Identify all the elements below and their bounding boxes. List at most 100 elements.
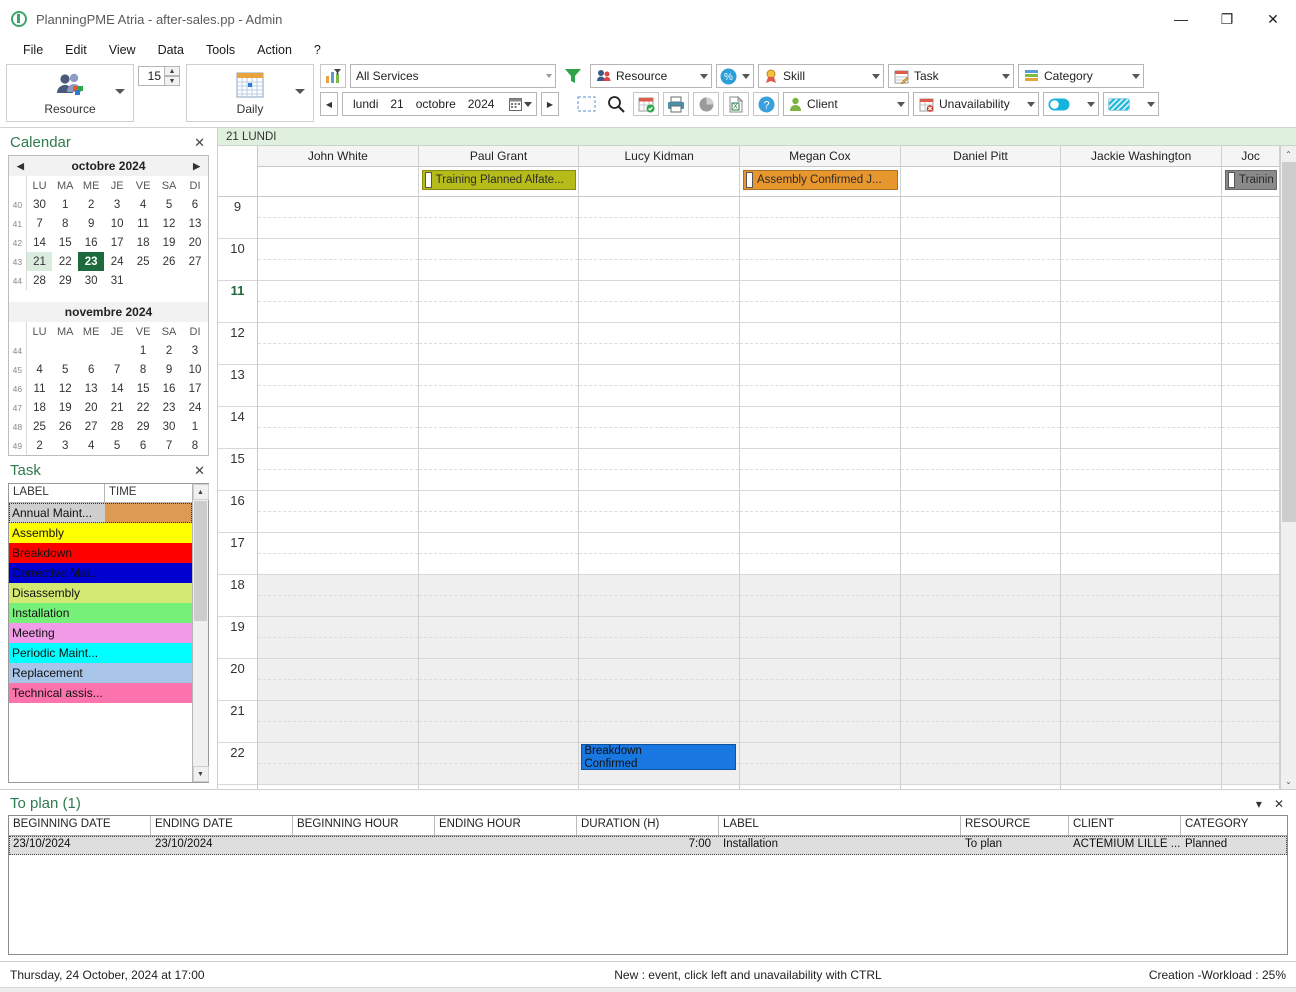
time-slot[interactable] [740, 722, 900, 743]
client-filter-combo[interactable]: Client [783, 92, 909, 116]
day-cell[interactable]: 7 [104, 360, 130, 379]
day-cell[interactable]: 9 [78, 214, 104, 233]
next-day-button[interactable]: ▶ [541, 92, 559, 116]
time-slot[interactable] [1222, 302, 1280, 323]
task-list-item[interactable]: Corrective Mai... [9, 563, 192, 583]
time-slot[interactable] [579, 239, 740, 260]
time-slot[interactable] [740, 302, 900, 323]
time-slot[interactable] [740, 701, 900, 722]
time-slot[interactable] [258, 302, 418, 323]
menu-item-help[interactable]: ? [303, 40, 332, 60]
time-slot[interactable] [418, 491, 579, 512]
time-slot[interactable] [1222, 470, 1280, 491]
time-slot[interactable] [900, 659, 1061, 680]
all-day-area[interactable]: Assembly Confirmed J... [740, 167, 900, 197]
time-slot[interactable] [740, 638, 900, 659]
time-slot[interactable] [258, 617, 418, 638]
search-icon[interactable] [603, 92, 629, 116]
time-slot[interactable] [258, 638, 418, 659]
calendar-check-icon[interactable] [633, 92, 659, 116]
time-slots[interactable] [900, 197, 1061, 785]
time-slot[interactable] [740, 764, 900, 785]
minimize-button[interactable]: — [1158, 0, 1204, 38]
time-slot[interactable] [258, 680, 418, 701]
time-slots[interactable] [258, 197, 418, 785]
time-slot[interactable] [1061, 764, 1222, 785]
scroll-up-icon[interactable]: ▲ [192, 484, 209, 500]
time-slot[interactable] [900, 470, 1061, 491]
day-cell[interactable]: 28 [104, 417, 130, 436]
group-by-combo[interactable]: Resource [590, 64, 712, 88]
time-slot[interactable] [740, 470, 900, 491]
table-row[interactable]: 23/10/2024 23/10/2024 7:00 Installation … [9, 836, 1287, 855]
chevron-down-icon[interactable] [1132, 73, 1140, 79]
time-slot[interactable] [418, 575, 579, 596]
time-slot[interactable] [579, 197, 740, 218]
day-cell[interactable]: 5 [156, 195, 182, 214]
time-slot[interactable] [900, 323, 1061, 344]
task-column-label[interactable]: LABEL [9, 484, 105, 502]
time-slot[interactable] [1061, 722, 1222, 743]
column-client[interactable]: CLIENT [1069, 816, 1181, 835]
time-slot[interactable] [579, 218, 740, 239]
time-slot[interactable] [900, 575, 1061, 596]
day-cell[interactable]: 26 [52, 417, 78, 436]
time-slot[interactable] [900, 428, 1061, 449]
time-slot[interactable] [1222, 764, 1280, 785]
day-cell[interactable]: 24 [104, 252, 130, 271]
time-slot[interactable] [418, 218, 579, 239]
event-resize-handle[interactable] [424, 172, 432, 188]
zoom-decrease-icon[interactable]: ▼ [164, 76, 180, 86]
time-slot[interactable] [418, 407, 579, 428]
scroll-down-icon[interactable]: ▼ [192, 766, 209, 782]
time-slot[interactable] [579, 449, 740, 470]
all-day-area[interactable] [1061, 167, 1222, 197]
all-day-event[interactable]: Assembly Confirmed J... [743, 170, 898, 190]
time-slot[interactable] [1061, 323, 1222, 344]
time-slot[interactable] [1061, 407, 1222, 428]
time-slot[interactable] [1061, 197, 1222, 218]
time-slot[interactable] [1061, 743, 1222, 764]
time-slot[interactable] [258, 281, 418, 302]
time-slot[interactable] [1061, 260, 1222, 281]
column-beginning-hour[interactable]: BEGINNING HOUR [293, 816, 435, 835]
time-slot[interactable] [1061, 512, 1222, 533]
day-cell[interactable]: 20 [78, 398, 104, 417]
time-slot[interactable] [579, 281, 740, 302]
chevron-down-icon[interactable] [872, 73, 880, 79]
time-slot[interactable] [579, 533, 740, 554]
chevron-down-icon[interactable] [700, 73, 708, 79]
time-slot[interactable] [740, 239, 900, 260]
time-slot[interactable] [258, 407, 418, 428]
day-cell[interactable]: 18 [26, 398, 52, 417]
time-slot[interactable] [418, 323, 579, 344]
day-cell[interactable]: 7 [26, 214, 52, 233]
time-slot[interactable] [740, 260, 900, 281]
scrollbar-track[interactable] [1281, 162, 1296, 773]
day-cell[interactable]: 7 [156, 436, 182, 455]
day-cell[interactable]: 24 [182, 398, 208, 417]
time-slot[interactable] [900, 365, 1061, 386]
time-slot[interactable] [1222, 449, 1280, 470]
time-slot[interactable] [579, 323, 740, 344]
time-slot[interactable] [1222, 680, 1280, 701]
day-cell[interactable]: 20 [182, 233, 208, 252]
day-cell[interactable]: 14 [104, 379, 130, 398]
time-slot[interactable] [579, 260, 740, 281]
time-slot[interactable] [740, 323, 900, 344]
task-filter-combo[interactable]: Task [888, 64, 1014, 88]
zoom-increase-icon[interactable]: ▲ [164, 66, 180, 76]
time-slot[interactable] [740, 680, 900, 701]
menu-item-edit[interactable]: Edit [54, 40, 98, 60]
time-slot[interactable] [740, 281, 900, 302]
day-cell[interactable]: 2 [156, 341, 182, 360]
time-slot[interactable] [1061, 470, 1222, 491]
scrollbar-thumb[interactable] [194, 501, 207, 621]
day-cell[interactable]: 1 [182, 417, 208, 436]
time-slot[interactable] [258, 701, 418, 722]
time-slot[interactable] [900, 764, 1061, 785]
time-slot[interactable] [1222, 281, 1280, 302]
time-slot[interactable] [258, 470, 418, 491]
time-slot[interactable] [258, 239, 418, 260]
time-slot[interactable] [1222, 659, 1280, 680]
